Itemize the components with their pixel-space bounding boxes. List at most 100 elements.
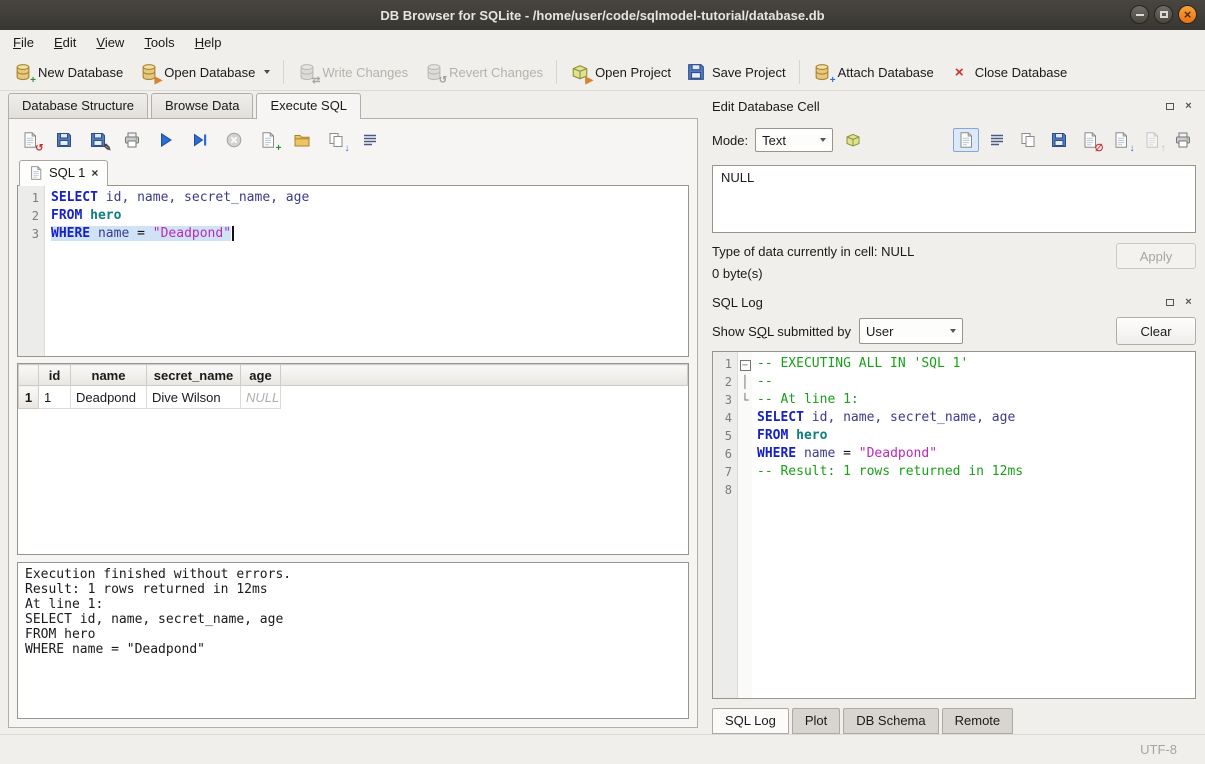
mode-value: Text [762,133,786,148]
right-pane: Edit Database Cell × Mode: Text ∅ [706,91,1205,734]
copy-cell-button[interactable] [1015,128,1041,152]
statusbar: UTF-8 [0,734,1205,764]
text-mode-button[interactable] [953,128,979,152]
main-toolbar: + New Database ▶ Open Database ⇄ Write C… [0,54,1205,91]
tab-database-structure[interactable]: Database Structure [8,93,148,118]
log-line-numbers: 1 2 3 4 5 6 7 8 [713,352,738,698]
window-title: DB Browser for SQLite - /home/user/code/… [380,8,824,23]
close-database-button[interactable]: × Close Database [942,58,1076,87]
menu-view[interactable]: View [86,30,134,54]
window-controls: × [1130,5,1197,24]
import-cell-button[interactable]: ↓ [1108,128,1134,152]
editor-code-area[interactable]: SELECT id, name, secret_name, age FROM h… [45,186,688,356]
attach-database-button[interactable]: + Attach Database [805,58,942,87]
sql-tab-bar: SQL 1 × [17,156,689,185]
save-results-button[interactable]: ↓ [325,129,347,151]
dock-tab-sql-log[interactable]: SQL Log [712,708,789,734]
new-database-button[interactable]: + New Database [5,58,131,87]
close-tab-icon[interactable]: × [91,167,98,179]
fold-toggle-icon[interactable]: − [740,360,751,371]
menu-file[interactable]: File [3,30,44,54]
open-project-icon: ▶ [570,63,589,82]
sql-log-view[interactable]: 1 2 3 4 5 6 7 8 − │ └ [712,351,1196,699]
save-sql-file-button[interactable] [53,129,75,151]
export-icon: ↑ [1143,131,1162,150]
undock-button[interactable] [1162,295,1177,310]
minimize-button[interactable] [1130,5,1149,24]
print-sql-button[interactable] [121,129,143,151]
column-header-secret-name[interactable]: secret_name [147,365,241,386]
row-header[interactable]: 1 [19,386,39,409]
execute-current-line-button[interactable] [189,129,211,151]
save-project-icon [687,63,706,82]
minimize-icon [1136,14,1144,16]
menu-tools[interactable]: Tools [134,30,184,54]
word-wrap-button[interactable] [984,128,1010,152]
undock-button[interactable] [1162,99,1177,114]
column-header-id[interactable]: id [39,365,71,386]
dock-tab-plot[interactable]: Plot [792,708,840,734]
dock-tab-db-schema[interactable]: DB Schema [843,708,938,734]
execute-all-button[interactable] [155,129,177,151]
stop-execution-button [223,129,245,151]
table-corner [19,365,39,386]
save-cell-button[interactable] [1046,128,1072,152]
code-line: SELECT id, name, secret_name, age [51,189,688,207]
cell-content: NULL [721,170,754,185]
cell-editor[interactable]: NULL [712,165,1196,233]
clear-log-button[interactable]: Clear [1116,317,1196,345]
save-project-button[interactable]: Save Project [679,58,794,87]
menu-edit[interactable]: Edit [44,30,86,54]
cell-age[interactable]: NULL [241,386,281,409]
filter-label: Show SQL submitted by [712,324,851,339]
dock-tab-bar: SQL Log Plot DB Schema Remote [712,707,1196,734]
sql-1-tab[interactable]: SQL 1 × [19,160,108,186]
save-sql-file-as-button[interactable]: ✎ [87,129,109,151]
close-dock-button[interactable]: × [1181,99,1196,114]
open-folder-icon [293,131,312,150]
execute-current-line-icon [191,131,210,150]
column-header-age[interactable]: age [241,365,281,386]
open-database-button[interactable]: ▶ Open Database [131,58,278,87]
edit-cell-header: Edit Database Cell × [712,95,1196,117]
chevron-down-icon [950,329,956,333]
sql-toolbar: ↺ ✎ + ↓ [17,124,689,156]
open-sql-in-tab-button[interactable] [291,129,313,151]
tab-execute-sql[interactable]: Execute SQL [256,93,361,119]
export-cell-button: ↑ [1139,128,1165,152]
cell-name[interactable]: Deadpond [71,386,147,409]
open-sql-file-button[interactable]: ↺ [19,129,41,151]
text-cursor [232,226,234,241]
close-dock-button[interactable]: × [1181,295,1196,310]
word-wrap-icon [361,131,380,150]
format-sql-button[interactable] [359,129,381,151]
toolbar-separator [799,60,800,84]
mode-select[interactable]: Text [755,128,833,152]
close-window-button[interactable]: × [1178,5,1197,24]
open-project-button[interactable]: ▶ Open Project [562,58,679,87]
attach-database-icon: + [813,63,832,82]
auto-switch-mode-button[interactable] [840,128,866,152]
main-tab-bar: Database Structure Browse Data Execute S… [0,91,706,118]
maximize-button[interactable] [1154,5,1173,24]
dock-tab-remote[interactable]: Remote [942,708,1014,734]
sql-log-title: SQL Log [712,295,1158,310]
cell-id[interactable]: 1 [39,386,71,409]
new-sql-tab-button[interactable]: + [257,129,279,151]
set-null-button[interactable]: ∅ [1077,128,1103,152]
cell-info: Type of data currently in cell: NULL 0 b… [712,233,1196,289]
encoding-indicator: UTF-8 [1140,742,1177,757]
print-cell-button[interactable] [1170,128,1196,152]
main-content: Database Structure Browse Data Execute S… [0,91,1205,734]
titlebar[interactable]: DB Browser for SQLite - /home/user/code/… [0,0,1205,30]
cell-editor-actions: ∅ ↓ ↑ [953,128,1196,152]
cell-secret-name[interactable]: Dive Wilson [147,386,241,409]
column-header-name[interactable]: name [71,365,147,386]
tab-browse-data[interactable]: Browse Data [151,93,253,118]
sql-editor[interactable]: 1 2 3 SELECT id, name, secret_name, age … [17,185,689,357]
row-filler [281,386,688,409]
maximize-icon [1160,11,1168,18]
submitter-select[interactable]: User [859,318,963,344]
save-sql-file-icon [55,131,74,150]
menu-help[interactable]: Help [185,30,232,54]
